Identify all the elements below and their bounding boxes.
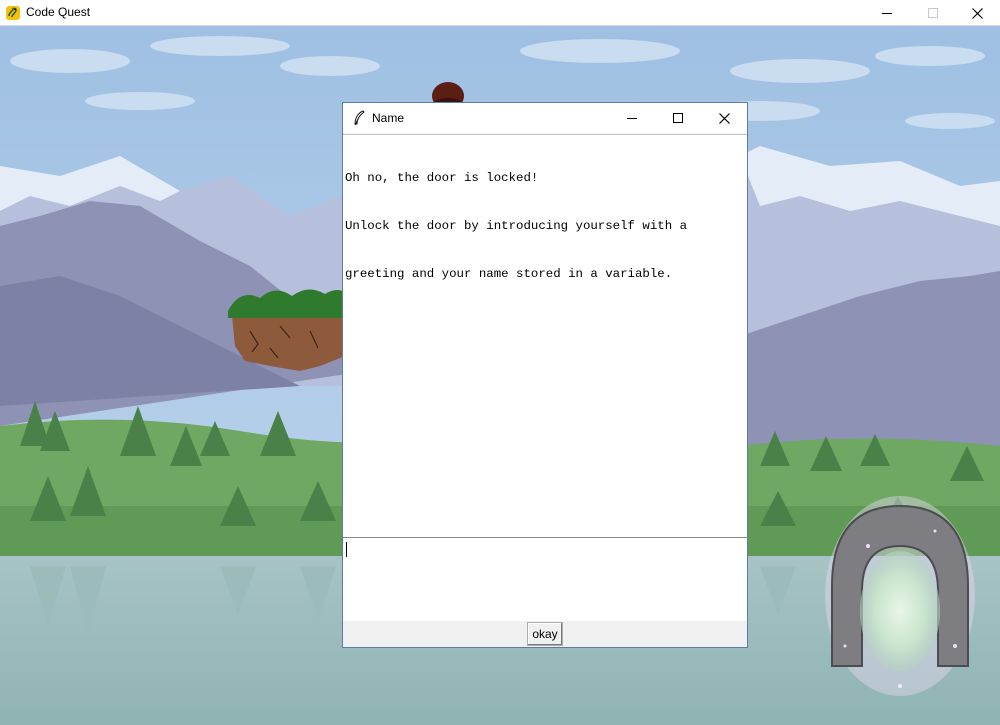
- maximize-icon: [928, 8, 938, 18]
- maximize-icon: [673, 113, 683, 123]
- dialog-title-bar: Name: [343, 103, 747, 133]
- okay-button[interactable]: okay: [527, 622, 563, 646]
- minimize-button[interactable]: [864, 0, 910, 26]
- dialog-maximize-button[interactable]: [655, 103, 701, 133]
- dialog-minimize-button[interactable]: [609, 103, 655, 133]
- close-icon: [718, 112, 730, 124]
- minimize-icon: [627, 118, 637, 119]
- name-dialog: Name Oh no, the door is locked! Unlock t…: [342, 102, 748, 648]
- dialog-button-bar: okay: [343, 621, 747, 647]
- answer-input[interactable]: [343, 538, 747, 621]
- feather-icon: [354, 110, 365, 126]
- text-caret: [346, 542, 347, 557]
- minimize-icon: [882, 13, 892, 14]
- maximize-button[interactable]: [910, 0, 956, 26]
- close-button[interactable]: [954, 0, 1000, 26]
- close-icon: [971, 7, 983, 19]
- pygame-snake-icon: [6, 6, 20, 20]
- floating-island: [228, 289, 348, 371]
- dialog-title: Name: [372, 111, 405, 125]
- message-line-2: Unlock the door by introducing yourself …: [345, 219, 688, 233]
- message-line-1: Oh no, the door is locked!: [345, 171, 539, 185]
- message-line-3: greeting and your name stored in a varia…: [345, 267, 673, 281]
- dialog-close-button[interactable]: [701, 103, 747, 133]
- message-text-area[interactable]: Oh no, the door is locked! Unlock the do…: [343, 134, 747, 538]
- window-title: Code Quest: [26, 5, 91, 19]
- portal-door[interactable]: [825, 496, 975, 696]
- main-title-bar: Code Quest: [0, 0, 1000, 26]
